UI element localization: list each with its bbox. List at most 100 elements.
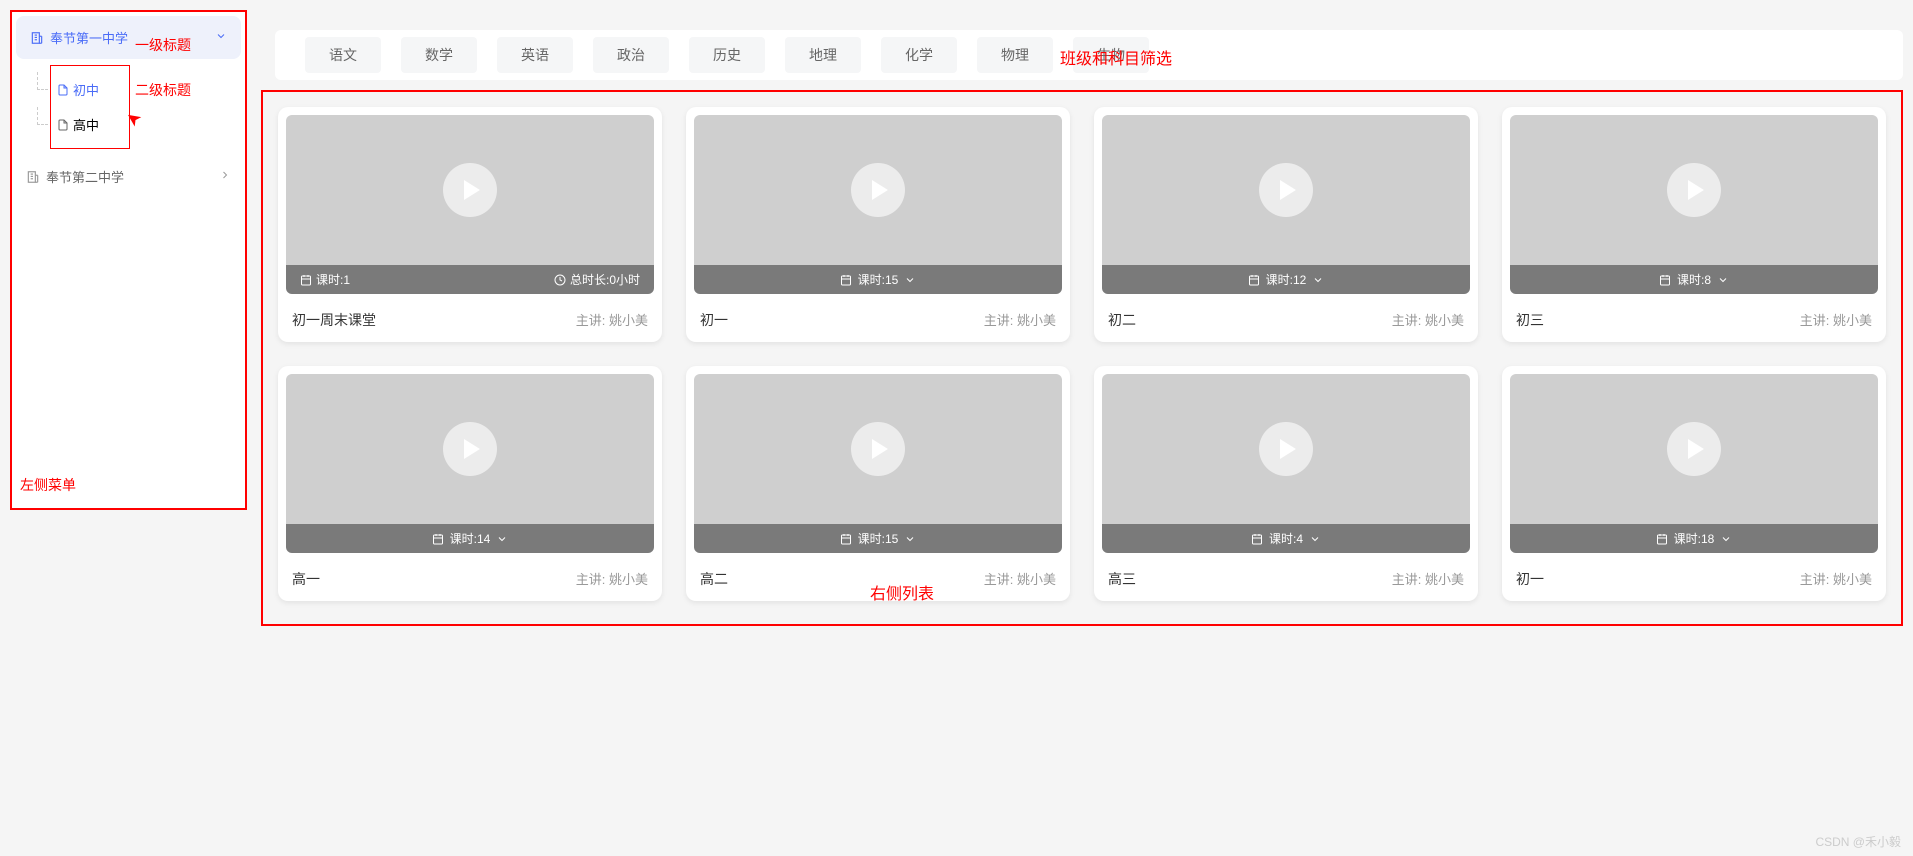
- chevron-down-icon: [496, 533, 508, 545]
- building-icon: [26, 170, 40, 184]
- card-info-bar: 课时:4: [1102, 524, 1470, 553]
- thumbnail-image: [286, 115, 654, 265]
- card-thumbnail: 课时:15: [694, 374, 1062, 553]
- thumbnail-image: [1510, 115, 1878, 265]
- sidebar-item-label: 奉节第一中学: [50, 28, 128, 47]
- card-info-bar: 课时:15: [694, 265, 1062, 294]
- sidebar-sub-box: 初中 高中: [50, 65, 130, 149]
- play-icon[interactable]: [851, 163, 905, 217]
- card-title: 高二: [700, 569, 728, 589]
- sidebar-item-school-1[interactable]: 奉节第一中学: [16, 16, 241, 59]
- chevron-down-icon: [1717, 274, 1729, 286]
- course-card[interactable]: 课时:12 初二 主讲: 姚小美: [1094, 107, 1478, 342]
- calendar-icon: [300, 274, 312, 286]
- chevron-down-icon: [1309, 533, 1321, 545]
- sidebar: 奉节第一中学 初中 高中 奉节第二中学: [10, 10, 247, 510]
- card-info-bar: 课时:1 总时长:0小时: [286, 265, 654, 294]
- subject-filter-2[interactable]: 英语: [497, 37, 573, 73]
- card-thumbnail: 课时:15: [694, 115, 1062, 294]
- sidebar-item-school-2[interactable]: 奉节第二中学: [12, 155, 245, 198]
- card-thumbnail: 课时:14: [286, 374, 654, 553]
- subject-filter-1[interactable]: 数学: [401, 37, 477, 73]
- card-title: 初一: [700, 310, 728, 330]
- play-icon[interactable]: [443, 163, 497, 217]
- chevron-down-icon: [904, 533, 916, 545]
- card-title: 初三: [1516, 310, 1544, 330]
- building-icon: [30, 31, 44, 45]
- calendar-icon: [840, 274, 852, 286]
- card-teacher: 主讲: 姚小美: [1392, 569, 1464, 589]
- card-teacher: 主讲: 姚小美: [1392, 310, 1464, 330]
- sidebar-item-senior[interactable]: 高中: [51, 107, 129, 142]
- subject-filter-bar: 语文数学英语政治历史地理化学物理生物: [275, 30, 1903, 80]
- card-thumbnail: 课时:8: [1510, 115, 1878, 294]
- sidebar-item-junior[interactable]: 初中: [51, 72, 129, 107]
- calendar-icon: [1659, 274, 1671, 286]
- duration-text: 总时长:0小时: [570, 271, 640, 288]
- course-card[interactable]: 课时:14 高一主讲: 姚小美: [278, 366, 662, 601]
- lessons-text: 课时:1: [316, 271, 350, 288]
- play-icon[interactable]: [1259, 163, 1313, 217]
- subject-filter-6[interactable]: 化学: [881, 37, 957, 73]
- watermark: CSDN @禾小毅: [1815, 833, 1901, 850]
- play-icon[interactable]: [1667, 163, 1721, 217]
- calendar-icon: [1248, 274, 1260, 286]
- card-thumbnail: 课时:1 总时长:0小时: [286, 115, 654, 294]
- sidebar-item-label: 奉节第二中学: [46, 167, 124, 186]
- card-thumbnail: 课时:12: [1102, 115, 1470, 294]
- subject-filter-4[interactable]: 历史: [689, 37, 765, 73]
- card-title: 初一: [1516, 569, 1544, 589]
- subject-filter-7[interactable]: 物理: [977, 37, 1053, 73]
- lessons-text: 课时:15: [858, 530, 899, 547]
- card-info-bar: 课时:14: [286, 524, 654, 553]
- card-footer: 高二主讲: 姚小美: [686, 561, 1070, 601]
- subject-filter-0[interactable]: 语文: [305, 37, 381, 73]
- play-icon[interactable]: [443, 422, 497, 476]
- thumbnail-image: [1102, 115, 1470, 265]
- lessons-text: 课时:8: [1677, 271, 1711, 288]
- subject-filter-5[interactable]: 地理: [785, 37, 861, 73]
- lessons-text: 课时:14: [450, 530, 491, 547]
- card-grid: 课时:1总时长:0小时初一周末课堂主讲: 姚小美课时:15初一主讲: 姚小美课时…: [278, 107, 1886, 601]
- play-icon[interactable]: [1259, 422, 1313, 476]
- thumbnail-image: [1102, 374, 1470, 524]
- card-teacher: 主讲: 姚小美: [1800, 569, 1872, 589]
- card-footer: 初三 主讲: 姚小美: [1502, 302, 1886, 342]
- card-info-bar: 课时:18: [1510, 524, 1878, 553]
- course-card[interactable]: 课时:18 初一 主讲: 姚小美: [1502, 366, 1886, 601]
- card-footer: 初一周末课堂主讲: 姚小美: [278, 302, 662, 342]
- lessons-text: 课时:18: [1674, 530, 1715, 547]
- calendar-icon: [1656, 533, 1668, 545]
- course-card[interactable]: 课时:4 高三主讲: 姚小美: [1094, 366, 1478, 601]
- course-card[interactable]: 课时:1 总时长:0小时初一周末课堂主讲: 姚小美: [278, 107, 662, 342]
- subject-filter-3[interactable]: 政治: [593, 37, 669, 73]
- card-footer: 初二 主讲: 姚小美: [1094, 302, 1478, 342]
- card-teacher: 主讲: 姚小美: [576, 569, 648, 589]
- card-info-bar: 课时:12: [1102, 265, 1470, 294]
- card-footer: 初一 主讲: 姚小美: [1502, 561, 1886, 601]
- card-info-bar: 课时:8: [1510, 265, 1878, 294]
- play-icon[interactable]: [851, 422, 905, 476]
- chevron-down-icon: [1720, 533, 1732, 545]
- calendar-icon: [432, 533, 444, 545]
- card-title: 初二: [1108, 310, 1136, 330]
- calendar-icon: [840, 533, 852, 545]
- play-icon[interactable]: [1667, 422, 1721, 476]
- card-teacher: 主讲: 姚小美: [984, 310, 1056, 330]
- card-footer: 高三主讲: 姚小美: [1094, 561, 1478, 601]
- sidebar-sub-label: 初中: [73, 80, 99, 99]
- course-card[interactable]: 课时:15 初一 主讲: 姚小美: [686, 107, 1070, 342]
- lessons-text: 课时:12: [1266, 271, 1307, 288]
- clock-icon: [554, 274, 566, 286]
- card-footer: 高一主讲: 姚小美: [278, 561, 662, 601]
- subject-filter-8[interactable]: 生物: [1073, 37, 1149, 73]
- document-icon: [57, 119, 69, 131]
- thumbnail-image: [286, 374, 654, 524]
- course-card[interactable]: 课时:15 高二主讲: 姚小美: [686, 366, 1070, 601]
- thumbnail-image: [694, 374, 1062, 524]
- chevron-down-icon: [215, 30, 227, 45]
- card-teacher: 主讲: 姚小美: [1800, 310, 1872, 330]
- course-card[interactable]: 课时:8 初三 主讲: 姚小美: [1502, 107, 1886, 342]
- thumbnail-image: [694, 115, 1062, 265]
- lessons-text: 课时:15: [858, 271, 899, 288]
